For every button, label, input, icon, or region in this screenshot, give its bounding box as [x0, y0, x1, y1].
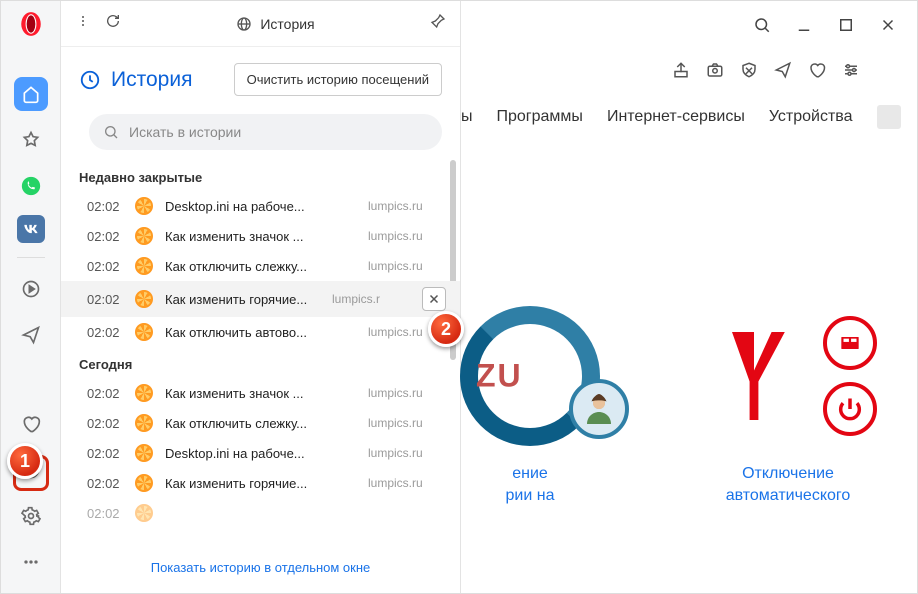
callout-badge-1: 1 [7, 443, 43, 479]
history-item[interactable]: 02:02Desktop.ini на рабоче...lumpics.ru [61, 191, 460, 221]
site-favicon [135, 323, 153, 341]
history-item[interactable]: 02:02Как изменить горячие...lumpics.r [61, 281, 460, 317]
callout-badge-2: 2 [428, 311, 464, 347]
history-title: История [79, 68, 192, 92]
site-favicon [135, 414, 153, 432]
share-icon[interactable] [670, 59, 692, 81]
opera-logo[interactable] [18, 11, 44, 37]
power-icon [823, 382, 877, 436]
site-favicon [135, 444, 153, 462]
nav-item[interactable]: ы [461, 108, 473, 126]
section-recently-closed: Недавно закрытые [61, 160, 460, 191]
sidebar-settings[interactable] [14, 499, 48, 533]
history-panel: История История Очистить историю посещен… [61, 1, 461, 593]
address-bar-actions [670, 59, 862, 81]
film-icon [823, 316, 877, 370]
panel-toolbar: История [61, 1, 460, 47]
easy-setup-icon[interactable] [840, 59, 862, 81]
tile-caption: Отключениеавтоматического [679, 463, 897, 508]
reload-icon[interactable] [105, 13, 121, 34]
history-list: Недавно закрытые 02:02Desktop.ini на раб… [61, 160, 460, 547]
yandex-logo [699, 321, 809, 431]
site-nav: ы Программы Интернет-сервисы Устройства [461, 105, 901, 129]
left-sidebar [1, 1, 61, 593]
minimize-button[interactable] [787, 8, 821, 42]
sidebar-pinboards[interactable] [14, 407, 48, 441]
heart-icon[interactable] [806, 59, 828, 81]
show-full-history-link[interactable]: Показать историю в отдельном окне [151, 560, 371, 575]
site-favicon [135, 474, 153, 492]
avatar-icon [569, 379, 629, 439]
sidebar-vk[interactable] [17, 215, 45, 243]
history-item[interactable]: 02:02Как изменить значок ...lumpics.ru [61, 378, 460, 408]
search-icon [103, 124, 119, 140]
tile-caption: ениерии на [421, 463, 639, 508]
shield-icon[interactable] [738, 59, 760, 81]
search-icon[interactable] [745, 8, 779, 42]
globe-icon [236, 16, 252, 32]
sidebar-bookmarks[interactable] [14, 123, 48, 157]
history-item[interactable]: 02:02Как изменить горячие...lumpics.ru [61, 468, 460, 498]
history-item[interactable]: 02:02Как отключить слежку...lumpics.ru [61, 251, 460, 281]
history-item[interactable]: 02:02Как отключить слежку...lumpics.ru [61, 408, 460, 438]
maximize-button[interactable] [829, 8, 863, 42]
history-footer: Показать историю в отдельном окне [61, 547, 460, 593]
panel-tab-label: История [260, 16, 314, 32]
site-favicon [135, 227, 153, 245]
sidebar-flow[interactable] [14, 318, 48, 352]
history-item[interactable]: 02:02Как отключить автово...lumpics.ru [61, 317, 460, 347]
sidebar-more[interactable] [14, 545, 48, 579]
history-item[interactable]: 02:02 [61, 498, 460, 528]
sidebar-whatsapp[interactable] [14, 169, 48, 203]
close-button[interactable] [871, 8, 905, 42]
sidebar-divider [17, 257, 45, 258]
site-favicon [135, 197, 153, 215]
clear-history-button[interactable]: Очистить историю посещений [234, 63, 442, 96]
send-icon[interactable] [772, 59, 794, 81]
search-placeholder: Искать в истории [129, 124, 241, 140]
snapshot-icon[interactable] [704, 59, 726, 81]
nav-item[interactable]: Интернет-сервисы [607, 108, 745, 126]
site-favicon [135, 504, 153, 522]
sidebar-home[interactable] [14, 77, 48, 111]
site-favicon [135, 257, 153, 275]
panel-tab: История [135, 16, 416, 32]
nav-item[interactable]: Программы [497, 108, 583, 126]
section-today: Сегодня [61, 347, 460, 378]
article-tile[interactable]: Отключениеавтоматического [679, 301, 897, 508]
nav-more[interactable] [877, 105, 901, 129]
clock-icon [79, 69, 101, 91]
content-area: ZU ениерии на Отключениеавтоматического [461, 301, 897, 508]
nav-item[interactable]: Устройства [769, 108, 853, 126]
history-item[interactable]: 02:02Как изменить значок ...lumpics.ru [61, 221, 460, 251]
history-item[interactable]: 02:02Desktop.ini на рабоче...lumpics.ru [61, 438, 460, 468]
site-favicon [135, 384, 153, 402]
history-search[interactable]: Искать в истории [89, 114, 442, 150]
history-header: История Очистить историю посещений [61, 47, 460, 106]
window-controls [733, 1, 917, 49]
site-favicon [135, 290, 153, 308]
panel-menu-icon[interactable] [75, 13, 91, 34]
pin-icon[interactable] [430, 13, 446, 34]
sidebar-player[interactable] [14, 272, 48, 306]
